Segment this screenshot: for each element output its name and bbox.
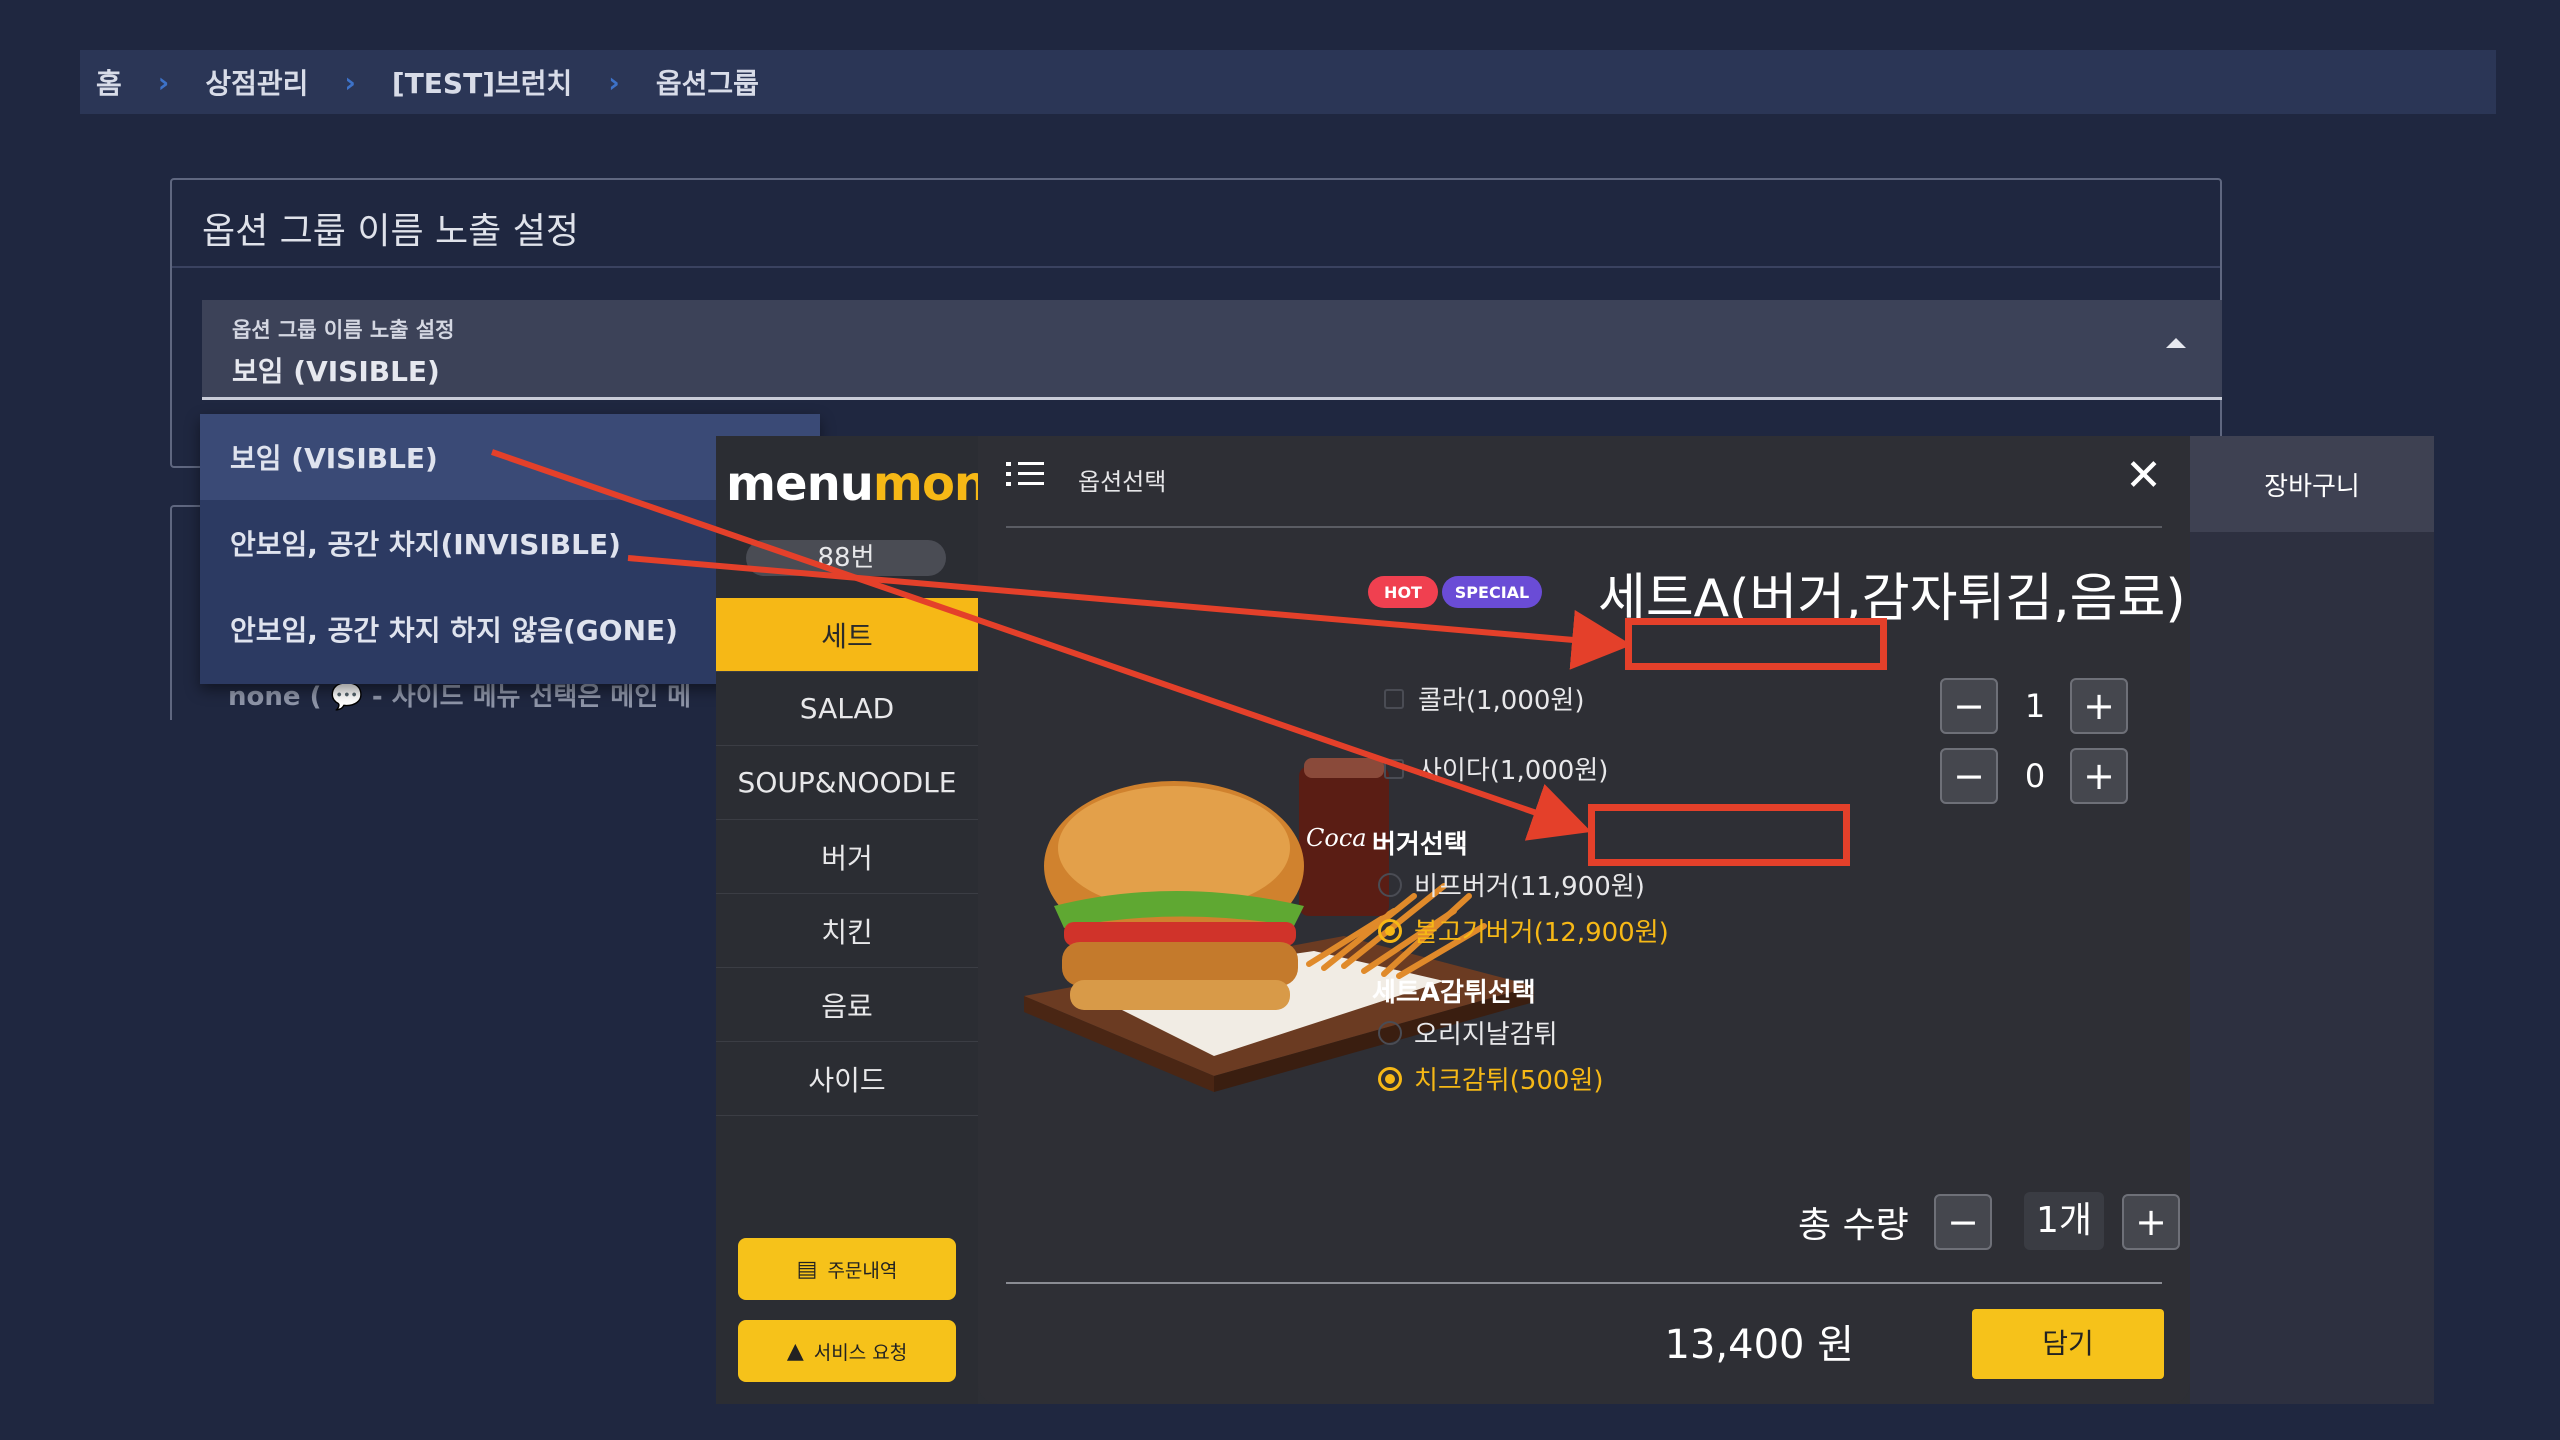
arrow-visible-to-burger-title [491, 449, 1592, 841]
arrow-invisible-to-empty-title [627, 555, 1632, 670]
annotation-arrows [491, 449, 1632, 841]
